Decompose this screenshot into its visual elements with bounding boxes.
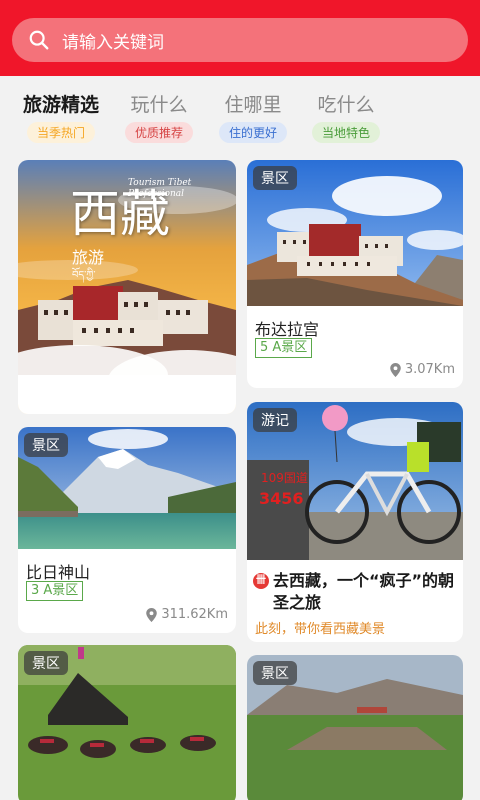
category-badge: 景区 [253,661,297,685]
scenic-card-potala[interactable]: 景区 布达拉宫 5 A景区 3.07Km [247,160,463,388]
blog-title-text: 去西藏，一个“疯子”的朝圣之旅 [273,571,455,612]
travel-blog-card[interactable]: 109国道 3456 游记 卌 去西藏，一个“疯子”的朝圣之旅 此刻，带你看西藏… [247,402,463,642]
scenic-level-badge: 3 A景区 [26,581,84,601]
tab-tag: 当季热门 [26,122,95,143]
distance-text: 3.07Km [404,362,455,377]
blog-title: 卌 去西藏，一个“疯子”的朝圣之旅 [253,570,463,614]
distance: 3.07Km [390,362,455,377]
tab-label: 吃什么 [317,94,375,116]
search-placeholder: 请输入关键词 [62,32,164,53]
tab-eat[interactable]: 吃什么 当地特色 [291,92,401,143]
card-title: 比日神山 [26,563,91,582]
tab-tag: 优质推荐 [124,122,193,143]
scenic-card-biri[interactable]: 景区 比日神山 3 A景区 311.62Km [18,427,236,633]
category-badge: 景区 [24,651,68,675]
category-tabs: 旅游精选 当季热门 玩什么 优质推荐 住哪里 住的更好 吃什么 当地特色 [0,92,480,152]
blog-subtitle: 此刻，带你看西藏美景 [255,622,386,637]
tab-tag: 住的更好 [218,122,287,143]
scenic-card-plain[interactable]: 景区 [247,655,463,800]
tab-label: 旅游精选 [22,94,99,116]
scenic-level-badge: 5 A景区 [255,338,313,358]
scenic-card-grassland[interactable]: 景区 [18,645,236,800]
location-pin-icon [146,607,158,622]
search-icon [29,30,49,50]
category-badge: 景区 [24,433,68,457]
svg-text:3456: 3456 [259,489,304,508]
category-badge: 游记 [253,408,297,432]
card-title: 布达拉宫 [255,320,320,339]
tab-selected[interactable]: 旅游精选 当季热门 [6,92,116,143]
category-badge: 景区 [253,166,297,190]
distance-text: 311.62Km [161,607,228,622]
top-bar: 请输入关键词 [0,0,480,76]
location-pin-icon [390,362,401,377]
distance: 311.62Km [146,607,228,622]
poster-english-text: Tourism Tibet Professional [128,178,192,199]
feature-card-tibet[interactable]: 西藏 旅游 བོད་ཀྱི་ Tourism Tibet Professiona… [18,160,236,414]
svg-text:109国道: 109国道 [261,471,308,485]
blog-mark-icon: 卌 [253,573,269,589]
poster-tibetan-text: བོད་ཀྱི་ [72,270,96,281]
search-bar[interactable]: 请输入关键词 [12,18,468,62]
tab-tag: 当地特色 [311,122,380,143]
